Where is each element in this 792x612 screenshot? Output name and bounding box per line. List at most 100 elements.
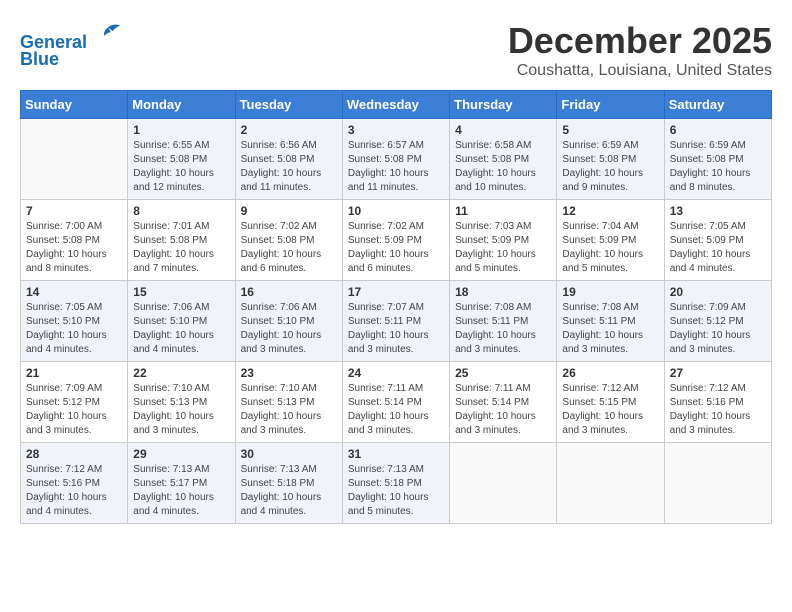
day-info: Sunrise: 7:03 AM Sunset: 5:09 PM Dayligh… [455, 220, 551, 276]
day-number: 25 [455, 366, 551, 380]
page-header: General Blue December 2025 Coushatta, Lo… [20, 20, 772, 80]
day-info: Sunrise: 7:02 AM Sunset: 5:08 PM Dayligh… [241, 220, 337, 276]
day-info: Sunrise: 7:06 AM Sunset: 5:10 PM Dayligh… [133, 301, 229, 357]
day-info: Sunrise: 6:55 AM Sunset: 5:08 PM Dayligh… [133, 139, 229, 195]
day-number: 20 [670, 285, 766, 299]
day-info: Sunrise: 7:13 AM Sunset: 5:18 PM Dayligh… [241, 463, 337, 519]
calendar-cell: 20 Sunrise: 7:09 AM Sunset: 5:12 PM Dayli… [664, 281, 771, 362]
day-info: Sunrise: 6:57 AM Sunset: 5:08 PM Dayligh… [348, 139, 444, 195]
calendar-table: SundayMondayTuesdayWednesdayThursdayFrid… [20, 90, 772, 524]
weekday-header: Thursday [450, 91, 557, 119]
day-number: 28 [26, 447, 122, 461]
weekday-header: Saturday [664, 91, 771, 119]
calendar-cell: 14 Sunrise: 7:05 AM Sunset: 5:10 PM Dayli… [21, 281, 128, 362]
logo: General Blue [20, 20, 122, 70]
calendar-cell: 8Sunrise: 7:01 AM Sunset: 5:08 PM Daylig… [128, 200, 235, 281]
day-number: 13 [670, 204, 766, 218]
day-info: Sunrise: 6:58 AM Sunset: 5:08 PM Dayligh… [455, 139, 551, 195]
calendar-week-row: 21 Sunrise: 7:09 AM Sunset: 5:12 PM Dayli… [21, 362, 772, 443]
day-number: 6 [670, 123, 766, 137]
day-info: Sunrise: 7:07 AM Sunset: 5:11 PM Dayligh… [348, 301, 444, 357]
day-info: Sunrise: 7:05 AM Sunset: 5:10 PM Dayligh… [26, 301, 122, 357]
calendar-cell: 21 Sunrise: 7:09 AM Sunset: 5:12 PM Dayli… [21, 362, 128, 443]
day-info: Sunrise: 7:12 AM Sunset: 5:16 PM Dayligh… [26, 463, 122, 519]
calendar-cell: 22 Sunrise: 7:10 AM Sunset: 5:13 PM Dayli… [128, 362, 235, 443]
day-info: Sunrise: 7:12 AM Sunset: 5:15 PM Dayligh… [562, 382, 658, 438]
day-number: 9 [241, 204, 337, 218]
day-info: Sunrise: 7:09 AM Sunset: 5:12 PM Dayligh… [670, 301, 766, 357]
day-number: 5 [562, 123, 658, 137]
calendar-cell: 7 Sunrise: 7:00 AM Sunset: 5:08 PM Daylig… [21, 200, 128, 281]
day-number: 7 [26, 204, 122, 218]
calendar-week-row: 7 Sunrise: 7:00 AM Sunset: 5:08 PM Daylig… [21, 200, 772, 281]
calendar-cell: 29 Sunrise: 7:13 AM Sunset: 5:17 PM Dayli… [128, 443, 235, 524]
day-number: 21 [26, 366, 122, 380]
day-number: 1 [133, 123, 229, 137]
weekday-header: Sunday [21, 91, 128, 119]
day-number: 30 [241, 447, 337, 461]
day-info: Sunrise: 7:09 AM Sunset: 5:12 PM Dayligh… [26, 382, 122, 438]
day-number: 12 [562, 204, 658, 218]
day-info: Sunrise: 7:04 AM Sunset: 5:09 PM Dayligh… [562, 220, 658, 276]
day-info: Sunrise: 6:59 AM Sunset: 5:08 PM Dayligh… [670, 139, 766, 195]
day-number: 24 [348, 366, 444, 380]
calendar-cell [21, 119, 128, 200]
day-number: 22 [133, 366, 229, 380]
day-info: Sunrise: 6:59 AM Sunset: 5:08 PM Dayligh… [562, 139, 658, 195]
day-info: Sunrise: 7:02 AM Sunset: 5:09 PM Dayligh… [348, 220, 444, 276]
day-number: 14 [26, 285, 122, 299]
month-title: December 2025 [508, 20, 772, 62]
day-number: 2 [241, 123, 337, 137]
day-number: 29 [133, 447, 229, 461]
calendar-cell [557, 443, 664, 524]
day-info: Sunrise: 6:56 AM Sunset: 5:08 PM Dayligh… [241, 139, 337, 195]
calendar-cell: 28 Sunrise: 7:12 AM Sunset: 5:16 PM Dayli… [21, 443, 128, 524]
calendar-cell: 15Sunrise: 7:06 AM Sunset: 5:10 PM Dayli… [128, 281, 235, 362]
day-number: 4 [455, 123, 551, 137]
day-number: 23 [241, 366, 337, 380]
calendar-cell: 9 Sunrise: 7:02 AM Sunset: 5:08 PM Daylig… [235, 200, 342, 281]
calendar-cell: 1 Sunrise: 6:55 AM Sunset: 5:08 PM Daylig… [128, 119, 235, 200]
day-number: 11 [455, 204, 551, 218]
day-info: Sunrise: 7:11 AM Sunset: 5:14 PM Dayligh… [455, 382, 551, 438]
weekday-header: Friday [557, 91, 664, 119]
calendar-cell: 24 Sunrise: 7:11 AM Sunset: 5:14 PM Dayli… [342, 362, 449, 443]
day-number: 16 [241, 285, 337, 299]
day-info: Sunrise: 7:08 AM Sunset: 5:11 PM Dayligh… [562, 301, 658, 357]
calendar-cell: 26 Sunrise: 7:12 AM Sunset: 5:15 PM Dayli… [557, 362, 664, 443]
calendar-cell: 2 Sunrise: 6:56 AM Sunset: 5:08 PM Daylig… [235, 119, 342, 200]
day-info: Sunrise: 7:10 AM Sunset: 5:13 PM Dayligh… [133, 382, 229, 438]
day-info: Sunrise: 7:13 AM Sunset: 5:17 PM Dayligh… [133, 463, 229, 519]
day-number: 18 [455, 285, 551, 299]
day-info: Sunrise: 7:00 AM Sunset: 5:08 PM Dayligh… [26, 220, 122, 276]
calendar-header-row: SundayMondayTuesdayWednesdayThursdayFrid… [21, 91, 772, 119]
day-info: Sunrise: 7:12 AM Sunset: 5:16 PM Dayligh… [670, 382, 766, 438]
day-number: 26 [562, 366, 658, 380]
calendar-cell: 5 Sunrise: 6:59 AM Sunset: 5:08 PM Daylig… [557, 119, 664, 200]
calendar-cell: 27 Sunrise: 7:12 AM Sunset: 5:16 PM Dayli… [664, 362, 771, 443]
weekday-header: Monday [128, 91, 235, 119]
day-info: Sunrise: 7:08 AM Sunset: 5:11 PM Dayligh… [455, 301, 551, 357]
calendar-cell [664, 443, 771, 524]
calendar-cell: 3Sunrise: 6:57 AM Sunset: 5:08 PM Daylig… [342, 119, 449, 200]
day-info: Sunrise: 7:13 AM Sunset: 5:18 PM Dayligh… [348, 463, 444, 519]
day-number: 17 [348, 285, 444, 299]
calendar-cell: 12 Sunrise: 7:04 AM Sunset: 5:09 PM Dayli… [557, 200, 664, 281]
logo-text: General [20, 20, 122, 53]
title-block: December 2025 Coushatta, Louisiana, Unit… [508, 20, 772, 80]
calendar-cell: 6 Sunrise: 6:59 AM Sunset: 5:08 PM Daylig… [664, 119, 771, 200]
day-info: Sunrise: 7:11 AM Sunset: 5:14 PM Dayligh… [348, 382, 444, 438]
location: Coushatta, Louisiana, United States [508, 62, 772, 80]
calendar-cell: 25 Sunrise: 7:11 AM Sunset: 5:14 PM Dayli… [450, 362, 557, 443]
calendar-cell: 30 Sunrise: 7:13 AM Sunset: 5:18 PM Dayli… [235, 443, 342, 524]
calendar-cell: 31Sunrise: 7:13 AM Sunset: 5:18 PM Dayli… [342, 443, 449, 524]
calendar-week-row: 28 Sunrise: 7:12 AM Sunset: 5:16 PM Dayli… [21, 443, 772, 524]
day-info: Sunrise: 7:05 AM Sunset: 5:09 PM Dayligh… [670, 220, 766, 276]
day-number: 10 [348, 204, 444, 218]
day-number: 19 [562, 285, 658, 299]
weekday-header: Wednesday [342, 91, 449, 119]
day-number: 27 [670, 366, 766, 380]
day-number: 8 [133, 204, 229, 218]
day-info: Sunrise: 7:10 AM Sunset: 5:13 PM Dayligh… [241, 382, 337, 438]
day-info: Sunrise: 7:06 AM Sunset: 5:10 PM Dayligh… [241, 301, 337, 357]
